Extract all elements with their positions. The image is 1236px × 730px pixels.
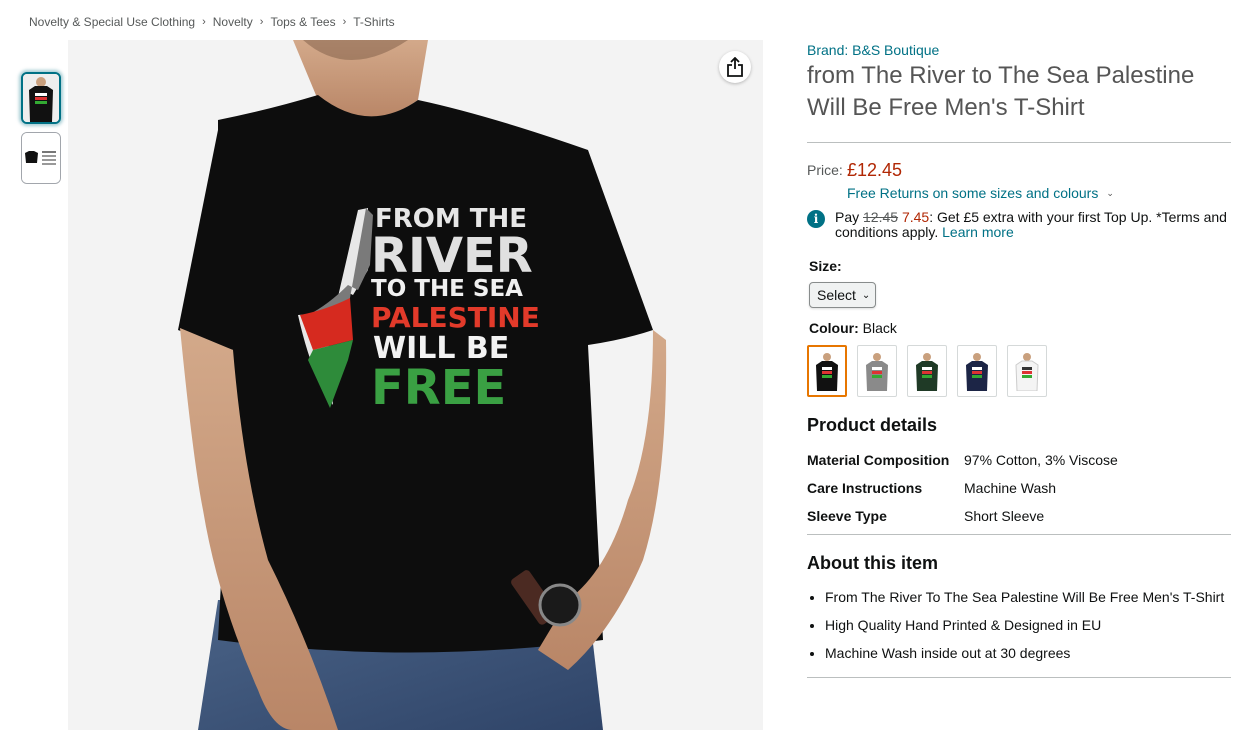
print-line-3: TO THE SEA (371, 276, 523, 302)
divider (807, 677, 1231, 678)
colour-swatch[interactable] (907, 345, 947, 397)
breadcrumb: Novelty & Special Use Clothing › Novelty… (29, 15, 395, 29)
tshirt-swatch-image (866, 353, 888, 391)
about-bullet: From The River To The Sea Palestine Will… (825, 587, 1231, 607)
colour-swatch[interactable] (1007, 345, 1047, 397)
promo-new-price: 7.45 (901, 209, 930, 225)
promo-text: Pay 12.45 7.45: Get £5 extra with your f… (835, 210, 1231, 240)
tshirt-swatch-image (1015, 353, 1039, 391)
breadcrumb-link[interactable]: Novelty (213, 15, 253, 29)
chevron-down-icon: ⌄ (861, 289, 871, 301)
colour-swatch[interactable] (957, 345, 997, 397)
chevron-right-icon: › (202, 16, 206, 28)
colour-label: Colour: (809, 320, 859, 336)
brand-link[interactable]: Brand: B&S Boutique (807, 42, 1231, 58)
free-returns-text: Free Returns on some sizes and colours (847, 185, 1099, 201)
promo-message: i Pay 12.45 7.45: Get £5 extra with your… (807, 210, 1231, 240)
thumbnail-1[interactable] (21, 72, 61, 124)
detail-key: Material Composition (807, 452, 950, 468)
learn-more-link[interactable]: Learn more (942, 224, 1014, 240)
print-line-6: FREE (371, 360, 506, 416)
detail-value: Machine Wash (964, 480, 1057, 496)
detail-key: Sleeve Type (807, 508, 887, 524)
tshirt-model-photo: FROM THE RIVER TO THE SEA PALESTINE WILL… (68, 40, 763, 730)
thumbnail-strip (21, 72, 61, 192)
product-title: from The River to The Sea Palestine Will… (807, 62, 1195, 121)
colour-selection: Colour: Black (809, 320, 1231, 336)
free-returns-link[interactable]: Free Returns on some sizes and colours ⌄ (847, 185, 1231, 201)
about-bullet: High Quality Hand Printed & Designed in … (825, 615, 1231, 635)
product-main-image[interactable]: FROM THE RIVER TO THE SEA PALESTINE WILL… (68, 40, 763, 730)
product-details-table: Material Composition 97% Cotton, 3% Visc… (807, 450, 1231, 526)
price-row: Price: £12.45 (807, 160, 1231, 181)
about-bullets: From The River To The Sea Palestine Will… (807, 587, 1231, 663)
detail-value: 97% Cotton, 3% Viscose (964, 452, 1118, 468)
size-dropdown[interactable]: Select ⌄ (809, 282, 876, 308)
breadcrumb-link[interactable]: Novelty & Special Use Clothing (29, 15, 195, 29)
size-label: Size: (809, 258, 842, 274)
print-line-4: PALESTINE (371, 301, 540, 334)
share-icon (727, 57, 743, 77)
price-label: Price: (807, 162, 843, 178)
info-icon: i (807, 210, 825, 228)
price-value: £12.45 (847, 160, 903, 180)
divider (807, 142, 1231, 143)
detail-row: Care Instructions Machine Wash (807, 478, 1231, 498)
detail-row: Sleeve Type Short Sleeve (807, 506, 1231, 526)
tshirt-model-image (23, 74, 59, 122)
colour-swatches (807, 345, 1231, 397)
chevron-right-icon: › (259, 16, 264, 28)
product-details-heading: Product details (807, 415, 938, 435)
product-info-panel: Brand: B&S Boutique from The River to Th… (807, 40, 1231, 678)
chevron-down-icon: ⌄ (1106, 187, 1114, 198)
promo-pay: Pay (835, 209, 860, 225)
size-chart-image (22, 133, 60, 183)
chevron-right-icon: › (342, 16, 347, 28)
breadcrumb-link[interactable]: Tops & Tees (270, 15, 335, 29)
about-heading: About this item (807, 553, 938, 573)
tshirt-swatch-image (916, 353, 938, 391)
colour-swatch[interactable] (807, 345, 847, 397)
size-selected-value: Select (817, 287, 856, 303)
about-bullet: Machine Wash inside out at 30 degrees (825, 643, 1231, 663)
share-button[interactable] (719, 51, 751, 83)
colour-swatch[interactable] (857, 345, 897, 397)
tshirt-swatch-image (816, 353, 838, 391)
tshirt-swatch-image (966, 353, 988, 391)
promo-old-price: 12.45 (863, 209, 899, 225)
divider (807, 534, 1231, 535)
breadcrumb-link[interactable]: T-Shirts (353, 15, 394, 29)
thumbnail-2[interactable] (21, 132, 61, 184)
detail-row: Material Composition 97% Cotton, 3% Visc… (807, 450, 1231, 470)
detail-value: Short Sleeve (964, 508, 1045, 524)
detail-key: Care Instructions (807, 480, 923, 496)
colour-value: Black (862, 320, 897, 336)
